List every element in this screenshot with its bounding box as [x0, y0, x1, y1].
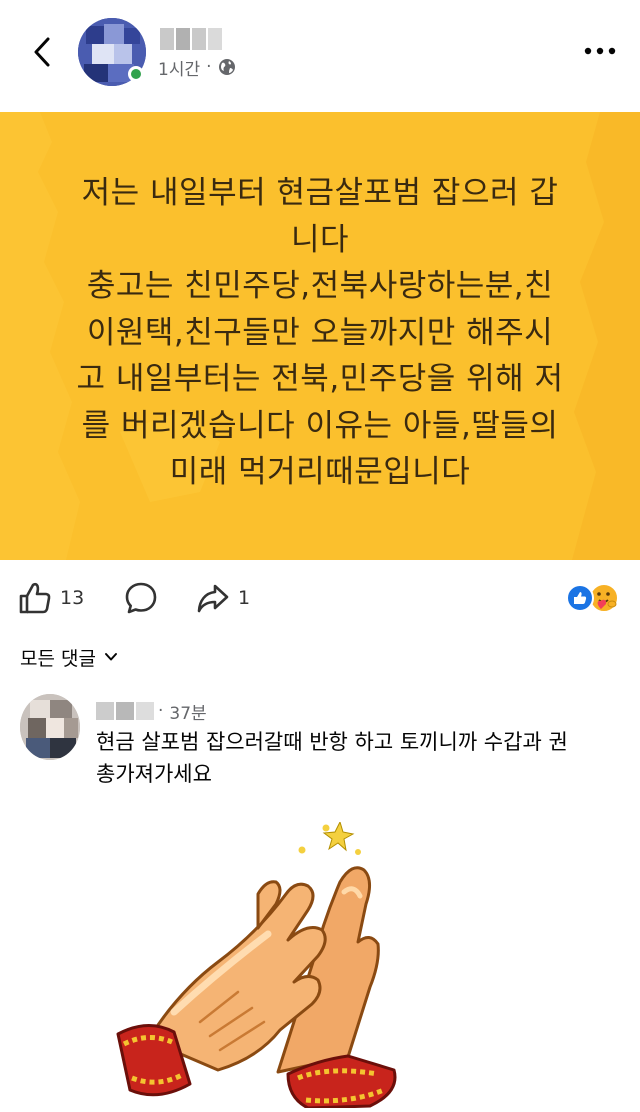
comment-filter-dropdown[interactable]: 모든 댓글	[20, 640, 118, 674]
globe-icon	[218, 59, 235, 75]
more-options-button[interactable]	[578, 36, 622, 66]
commenter-avatar[interactable]	[20, 694, 80, 760]
comment-filter-label: 모든 댓글	[20, 647, 96, 670]
post-header: 1시간 ·	[0, 0, 640, 112]
comment-time: 37분	[169, 703, 207, 724]
post-body[interactable]: 저는 내일부터 현금살포범 잡으러 갑 니다 충고는 친민주당,전북사랑하는분,…	[0, 112, 640, 560]
comment-bubble-icon	[125, 582, 157, 614]
chevron-down-icon	[104, 653, 117, 661]
post-text: 저는 내일부터 현금살포범 잡으러 갑 니다 충고는 친민주당,전북사랑하는분,…	[76, 175, 564, 490]
comment-meta: · 37분	[158, 700, 207, 724]
share-count: 1	[238, 587, 251, 609]
post-time[interactable]: 1시간	[158, 55, 200, 80]
author-name-redacted[interactable]	[160, 28, 222, 50]
share-button[interactable]: 1	[196, 578, 250, 618]
post-actions-bar: 13 1	[0, 560, 640, 636]
post-meta: 1시간 ·	[158, 55, 236, 80]
share-arrow-icon	[197, 584, 229, 613]
like-button[interactable]: 13	[18, 578, 84, 618]
online-status-indicator	[128, 66, 144, 82]
chevron-left-icon	[34, 37, 50, 67]
like-reaction-icon	[566, 584, 594, 612]
comment-button[interactable]	[124, 578, 158, 618]
reaction-summary[interactable]	[566, 582, 626, 614]
more-dots-icon	[584, 47, 616, 55]
clapping-hands-sticker	[108, 820, 408, 1110]
thumbs-up-icon	[19, 582, 51, 614]
back-button[interactable]	[22, 30, 62, 74]
like-count: 13	[60, 587, 85, 609]
comment-text: 현금 살포범 잡으러갈때 반항 하고 토끼니까 수갑과 권 총가져가세요	[96, 730, 568, 786]
meta-separator: ·	[206, 57, 212, 77]
commenter-name-redacted[interactable]	[96, 702, 154, 720]
sparkle-icon	[298, 820, 361, 855]
comment-separator: ·	[158, 701, 164, 721]
